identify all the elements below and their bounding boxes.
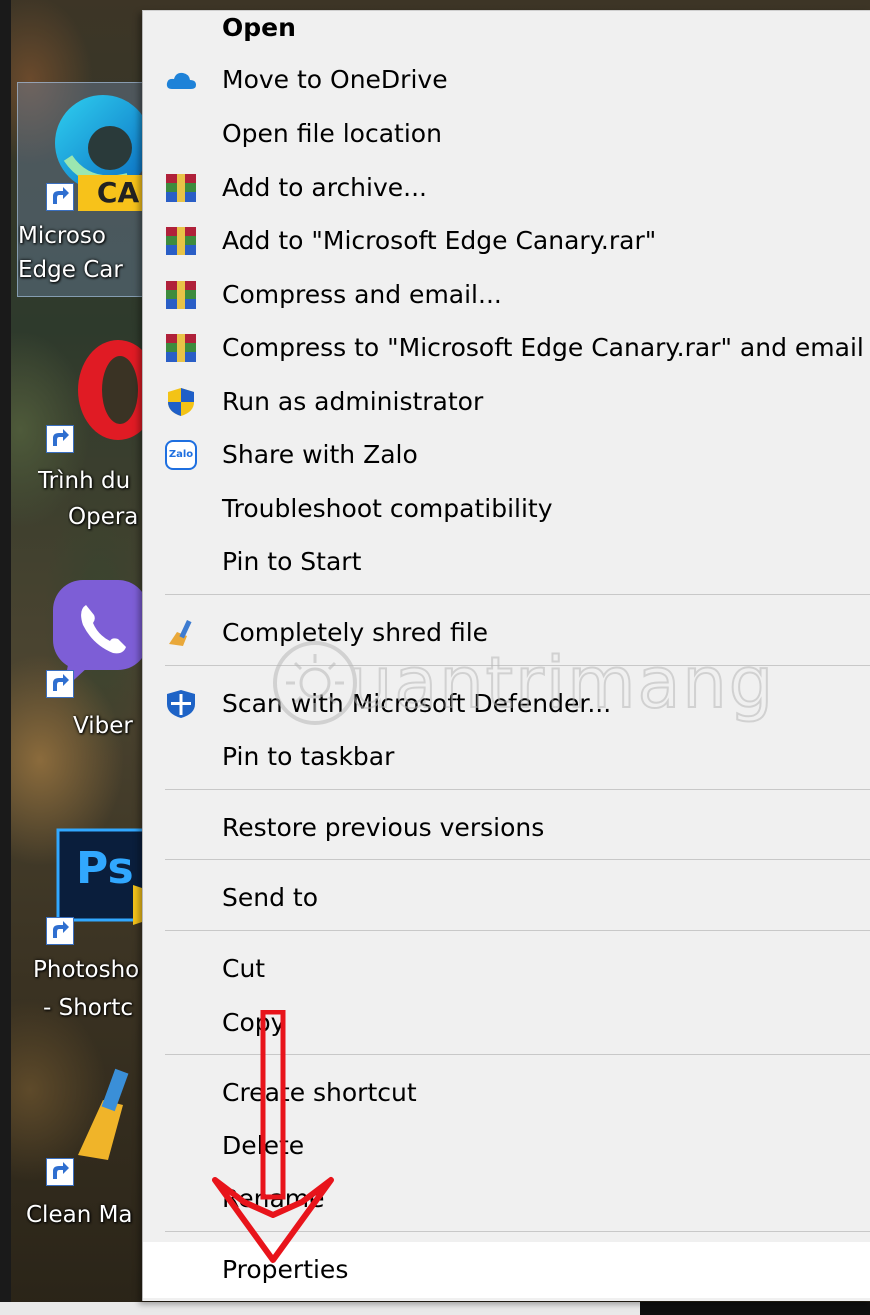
desktop-icon-label: Microso [18,223,106,249]
desktop-icon-edge-canary[interactable]: CA Microso Edge Car [17,82,158,297]
photoshop-badge: Ps [76,843,134,894]
menu-item-cut[interactable]: Cut [143,942,870,995]
menu-item-label: Open file location [222,119,442,148]
menu-item-open[interactable]: Open [143,1,870,54]
zalo-icon: Zalo [165,440,197,470]
menu-item-label: Send to [222,883,319,912]
menu-item-troubleshoot-compatibility[interactable]: Troubleshoot compatibility [143,482,870,535]
menu-item-open-file-location[interactable]: Open file location [143,107,870,160]
taskbar-edge-light [0,1302,640,1315]
menu-item-send-to[interactable]: Send to [143,871,870,924]
winrar-icon [166,334,196,362]
onedrive-icon [166,72,196,89]
menu-separator [165,930,870,931]
menu-item-label: Completely shred file [222,618,489,647]
menu-item-label: Pin to taskbar [222,742,395,771]
menu-item-label: Rename [222,1184,325,1213]
menu-item-delete[interactable]: Delete [143,1119,870,1172]
menu-item-rename[interactable]: Rename [143,1172,870,1225]
menu-item-create-shortcut[interactable]: Create shortcut [143,1066,870,1119]
menu-item-add-to-rar[interactable]: Add to "Microsoft Edge Canary.rar" [143,214,870,267]
shred-broom-icon [169,619,192,646]
screen-left-edge [0,0,11,1315]
shortcut-arrow-icon [46,917,74,945]
menu-item-pin-to-taskbar[interactable]: Pin to taskbar [143,730,870,783]
menu-item-label: Open [222,13,296,42]
menu-item-label: Compress and email... [222,280,502,309]
menu-item-label: Share with Zalo [222,440,418,469]
desktop-icon-label: Edge Car [18,257,123,283]
menu-separator [165,789,870,790]
menu-separator [165,1054,870,1055]
menu-separator [165,859,870,860]
menu-item-restore-previous-versions[interactable]: Restore previous versions [143,801,870,854]
desktop-icon-photoshop[interactable]: Ps Photosho - Shortc [18,825,148,1035]
menu-item-label: Troubleshoot compatibility [222,494,553,523]
menu-item-pin-to-start[interactable]: Pin to Start [143,535,870,588]
winrar-icon [166,281,196,309]
menu-item-label: Compress to "Microsoft Edge Canary.rar" … [222,333,864,362]
menu-item-label: Copy [222,1008,286,1037]
defender-icon [167,690,195,718]
menu-item-label: Pin to Start [222,547,362,576]
desktop-icon-viber[interactable]: Viber [18,575,148,755]
menu-item-add-to-archive[interactable]: Add to archive... [143,161,870,214]
winrar-icon [166,174,196,202]
context-menu: Open Move to OneDrive Open file location… [142,10,870,1301]
shortcut-arrow-icon [46,183,74,211]
menu-item-label: Delete [222,1131,305,1160]
desktop-icon-clean-master[interactable]: Clean Ma [18,1060,146,1240]
menu-separator [165,594,870,595]
menu-item-label: Move to OneDrive [222,65,448,94]
menu-item-label: Create shortcut [222,1078,417,1107]
menu-item-label: Cut [222,954,266,983]
menu-item-share-with-zalo[interactable]: Zalo Share with Zalo [143,428,870,481]
menu-item-completely-shred-file[interactable]: Completely shred file [143,606,870,659]
menu-item-copy[interactable]: Copy [143,996,870,1049]
menu-item-compress-and-email[interactable]: Compress and email... [143,268,870,321]
menu-item-label: Add to archive... [222,173,427,202]
shortcut-arrow-icon [46,670,74,698]
winrar-icon [166,227,196,255]
menu-item-compress-to-rar-and-email[interactable]: Compress to "Microsoft Edge Canary.rar" … [143,321,870,374]
menu-item-label: Run as administrator [222,387,484,416]
menu-item-scan-with-defender[interactable]: Scan with Microsoft Defender... [143,677,870,730]
menu-item-label: Add to "Microsoft Edge Canary.rar" [222,226,657,255]
menu-item-label: Restore previous versions [222,813,545,842]
menu-item-label: Scan with Microsoft Defender... [222,689,612,718]
menu-separator [165,665,870,666]
shortcut-arrow-icon [46,425,74,453]
menu-item-run-as-administrator[interactable]: Run as administrator [143,375,870,428]
desktop-icon-opera[interactable]: Trình du Opera [18,330,148,540]
uac-shield-icon [168,388,194,416]
menu-item-label: Properties [222,1255,349,1284]
menu-item-move-to-onedrive[interactable]: Move to OneDrive [143,53,870,106]
shortcut-arrow-icon [46,1158,74,1186]
menu-separator [165,1231,870,1232]
menu-item-properties[interactable]: Properties [143,1242,870,1298]
